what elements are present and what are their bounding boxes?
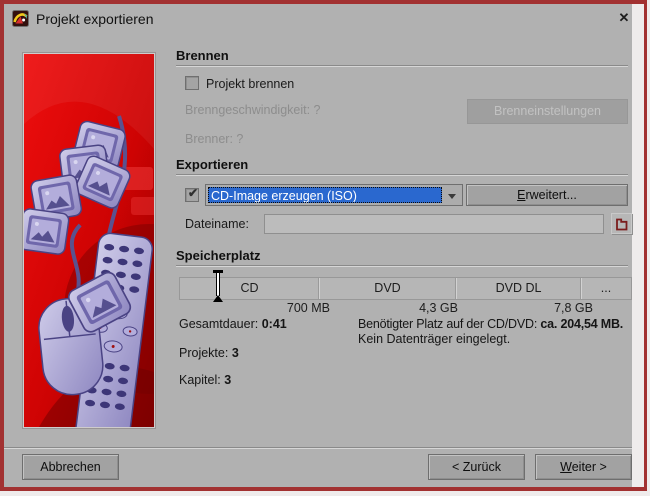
chapters-count: Kapitel: 3	[179, 373, 231, 387]
required-space-block: Benötigter Platz auf der CD/DVD: ca. 204…	[358, 317, 636, 347]
burn-project-label: Projekt brennen	[206, 77, 294, 91]
projects-value: 3	[232, 346, 239, 360]
export-format-select[interactable]: CD-Image erzeugen (ISO)	[205, 184, 463, 206]
capacity-segment-dvd: DVD	[319, 278, 456, 299]
export-format-value: CD-Image erzeugen (ISO)	[208, 187, 442, 203]
total-duration-value: 0:41	[262, 317, 287, 331]
segment-separator	[456, 278, 457, 299]
required-space-value: ca. 204,54 MB.	[540, 317, 623, 331]
capacity-value-dvd: 4,3 GB	[358, 301, 458, 315]
chapters-label: Kapitel:	[179, 373, 221, 387]
disc-status: Kein Datenträger eingelegt.	[358, 332, 636, 347]
export-checkbox[interactable]: ✔	[185, 188, 199, 202]
cancel-button[interactable]: Abbrechen	[22, 454, 119, 480]
window-title: Projekt exportieren	[36, 11, 154, 27]
capacity-value-cd: 700 MB	[230, 301, 330, 315]
section-divider	[176, 65, 628, 67]
capacity-value-dvd-dl: 7,8 GB	[493, 301, 593, 315]
total-duration: Gesamtdauer: 0:41	[179, 317, 287, 331]
segment-separator	[581, 278, 582, 299]
section-title-exportieren: Exportieren	[176, 157, 248, 172]
burn-settings-button: Brenneinstellungen	[467, 99, 628, 124]
segment-separator	[319, 278, 320, 299]
burner-label: Brenner: ?	[185, 132, 243, 146]
section-title-brennen: Brennen	[176, 48, 229, 63]
dropdown-arrow-icon[interactable]	[448, 194, 456, 199]
next-button[interactable]: Weiter >	[535, 454, 632, 480]
burn-project-checkbox[interactable]	[185, 76, 199, 90]
section-divider	[176, 174, 628, 176]
footer-divider	[4, 447, 632, 449]
check-icon: ✔	[186, 186, 200, 200]
capacity-indicator	[213, 270, 223, 302]
projects-label: Projekte:	[179, 346, 228, 360]
window-frame-strip	[632, 4, 644, 487]
filename-label: Dateiname:	[185, 217, 249, 231]
close-icon[interactable]: ✕	[613, 8, 635, 28]
total-duration-label: Gesamtdauer:	[179, 317, 258, 331]
capacity-segment-cd: CD	[180, 278, 319, 299]
folder-open-icon	[612, 214, 631, 233]
app-icon	[12, 10, 29, 27]
required-space-label: Benötigter Platz auf der CD/DVD:	[358, 317, 537, 331]
capacity-segment-dvd-dl: DVD DL	[456, 278, 581, 299]
section-divider	[176, 265, 628, 267]
browse-folder-button[interactable]	[611, 213, 632, 234]
projects-count: Projekte: 3	[179, 346, 239, 360]
chapters-value: 3	[224, 373, 231, 387]
export-dialog: Projekt exportieren ✕	[0, 0, 647, 491]
advanced-button[interactable]: Erweitert...	[466, 184, 628, 206]
back-button[interactable]: < Zurück	[428, 454, 525, 480]
promo-image	[22, 52, 156, 429]
capacity-bar: CD DVD DVD DL ...	[179, 277, 632, 300]
filename-input[interactable]	[264, 214, 604, 234]
burn-speed-label: Brenngeschwindigkeit: ?	[185, 103, 321, 117]
section-title-speicherplatz: Speicherplatz	[176, 248, 261, 263]
capacity-segment-more: ...	[581, 278, 631, 299]
